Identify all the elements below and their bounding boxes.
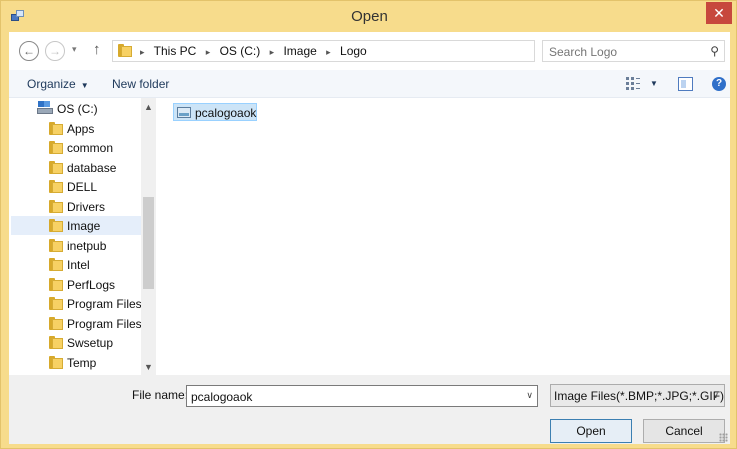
drive-icon	[37, 101, 53, 115]
cancel-button[interactable]: Cancel	[643, 419, 725, 443]
chevron-down-icon[interactable]: ∨	[526, 390, 533, 401]
breadcrumb-separator[interactable]: ▸	[206, 47, 211, 57]
forward-button[interactable]: →	[45, 41, 65, 61]
view-options-dropdown[interactable]: ▼	[650, 79, 658, 88]
tree-item-common[interactable]: common	[11, 138, 141, 157]
folder-icon	[49, 356, 63, 369]
file-type-value: Image Files(*.BMP;*.JPG;*.GIF)	[554, 389, 725, 403]
tree-item-label: PerfLogs	[67, 278, 116, 292]
breadcrumb-os-c[interactable]: OS (C:)	[220, 44, 261, 58]
file-list[interactable]: pcalogoaok	[156, 98, 730, 375]
tree-item-label: Swsetup	[67, 336, 114, 350]
open-dialog-window: Open ✕ ← → ▾ ↑ ▸ This PC ▸ OS (C:) ▸ Ima…	[0, 0, 737, 449]
preview-pane-icon[interactable]	[678, 77, 693, 91]
tree-item-label: Image	[67, 219, 101, 233]
folder-icon	[49, 219, 63, 232]
tree-item-label: Program Files	[67, 297, 142, 311]
folder-icon	[49, 200, 63, 213]
chevron-down-icon: ▼	[80, 81, 89, 90]
folder-icon	[49, 336, 63, 349]
folder-icon	[49, 141, 63, 154]
tree-item-label: Drivers	[67, 200, 105, 214]
tree-item-label: inetpub	[67, 239, 107, 253]
search-box[interactable]: ⚲	[542, 40, 725, 62]
folder-icon	[49, 297, 63, 310]
tree-item-image[interactable]: Image	[11, 216, 141, 235]
tree-item-label: Program Files (	[67, 317, 150, 331]
tree-item-perflogs[interactable]: PerfLogs	[11, 275, 141, 294]
open-button[interactable]: Open	[550, 419, 632, 443]
close-button[interactable]: ✕	[706, 2, 732, 24]
change-view-icon[interactable]	[626, 77, 640, 90]
file-name-label: File name:	[132, 388, 189, 402]
breadcrumb-separator[interactable]: ▸	[270, 47, 275, 57]
help-icon[interactable]: ?	[712, 77, 726, 91]
search-icon[interactable]: ⚲	[710, 44, 719, 58]
tree-item-label: Apps	[67, 122, 95, 136]
breadcrumb-logo[interactable]: Logo	[340, 44, 367, 58]
breadcrumb-this-pc[interactable]: This PC	[154, 44, 197, 58]
recent-locations-dropdown[interactable]: ▾	[72, 44, 77, 55]
tree-item-swsetup[interactable]: Swsetup	[11, 333, 141, 352]
command-toolbar: Organize ▼ New folder ▼ ?	[9, 70, 730, 98]
file-item-label: pcalogoaok	[195, 106, 257, 120]
tree-item-os-c[interactable]: OS (C:)	[11, 99, 141, 118]
up-button[interactable]: ↑	[93, 41, 101, 58]
tree-item-apps[interactable]: Apps	[11, 119, 141, 138]
organize-button[interactable]: Organize ▼	[27, 77, 89, 91]
file-item-pcalogoaok[interactable]: pcalogoaok	[173, 103, 257, 121]
tree-item-label: Temp	[67, 356, 97, 370]
chevron-down-icon[interactable]: ∨	[712, 390, 719, 401]
address-bar: ← → ▾ ↑ ▸ This PC ▸ OS (C:) ▸ Image ▸ Lo…	[9, 32, 730, 70]
tree-item-program-files-x86[interactable]: Program Files (	[11, 314, 149, 333]
breadcrumb-image[interactable]: Image	[283, 44, 316, 58]
breadcrumb-separator: ▸	[140, 47, 145, 57]
organize-label: Organize	[27, 77, 76, 91]
tree-item-intel[interactable]: Intel	[11, 255, 141, 274]
breadcrumb: ▸ This PC ▸ OS (C:) ▸ Image ▸ Logo	[140, 44, 367, 58]
file-selection-footer: File name: ∨ Image Files(*.BMP;*.JPG;*.G…	[9, 375, 730, 444]
tree-item-database[interactable]: database	[11, 158, 141, 177]
folder-icon	[49, 239, 63, 252]
image-file-icon	[177, 107, 191, 118]
tree-item-program-files[interactable]: Program Files	[11, 294, 142, 313]
tree-item-temp[interactable]: Temp	[11, 353, 141, 372]
tree-item-label: database	[67, 161, 117, 175]
title-bar[interactable]: Open ✕	[1, 1, 737, 32]
folder-icon	[49, 180, 63, 193]
file-name-combobox[interactable]: ∨	[186, 385, 538, 407]
path-box[interactable]: ▸ This PC ▸ OS (C:) ▸ Image ▸ Logo ∨ ↻	[112, 40, 627, 62]
scroll-up-icon[interactable]: ▲	[141, 100, 156, 115]
tree-item-drivers[interactable]: Drivers	[11, 197, 141, 216]
folder-icon	[49, 258, 63, 271]
file-name-input[interactable]	[191, 389, 511, 404]
file-type-select[interactable]: Image Files(*.BMP;*.JPG;*.GIF) ∨	[550, 384, 725, 407]
new-folder-button[interactable]: New folder	[112, 77, 169, 91]
scrollbar-thumb[interactable]	[143, 197, 154, 289]
folder-icon	[49, 161, 63, 174]
search-input[interactable]	[549, 44, 699, 59]
folder-icon	[49, 122, 63, 135]
tree-item-label: OS (C:)	[57, 102, 98, 116]
tree-item-dell[interactable]: DELL	[11, 177, 141, 196]
tree-item-label: Intel	[67, 258, 90, 272]
navigation-pane-scrollbar[interactable]: ▲ ▼	[141, 98, 156, 375]
folder-icon	[118, 44, 132, 57]
window-title: Open	[351, 8, 388, 25]
dialog-client-area: ← → ▾ ↑ ▸ This PC ▸ OS (C:) ▸ Image ▸ Lo…	[9, 32, 730, 444]
folder-icon	[49, 278, 63, 291]
tree-item-inetpub[interactable]: inetpub	[11, 236, 141, 255]
tree-item-label: common	[67, 141, 114, 155]
folder-icon	[49, 317, 63, 330]
scroll-down-icon[interactable]: ▼	[141, 360, 156, 375]
navigation-pane: OS (C:) Apps common database DELL Driver…	[9, 98, 156, 375]
tree-item-label: DELL	[67, 180, 98, 194]
back-button[interactable]: ←	[19, 41, 39, 61]
resize-grip[interactable]	[719, 433, 728, 442]
breadcrumb-separator[interactable]: ▸	[326, 47, 331, 57]
